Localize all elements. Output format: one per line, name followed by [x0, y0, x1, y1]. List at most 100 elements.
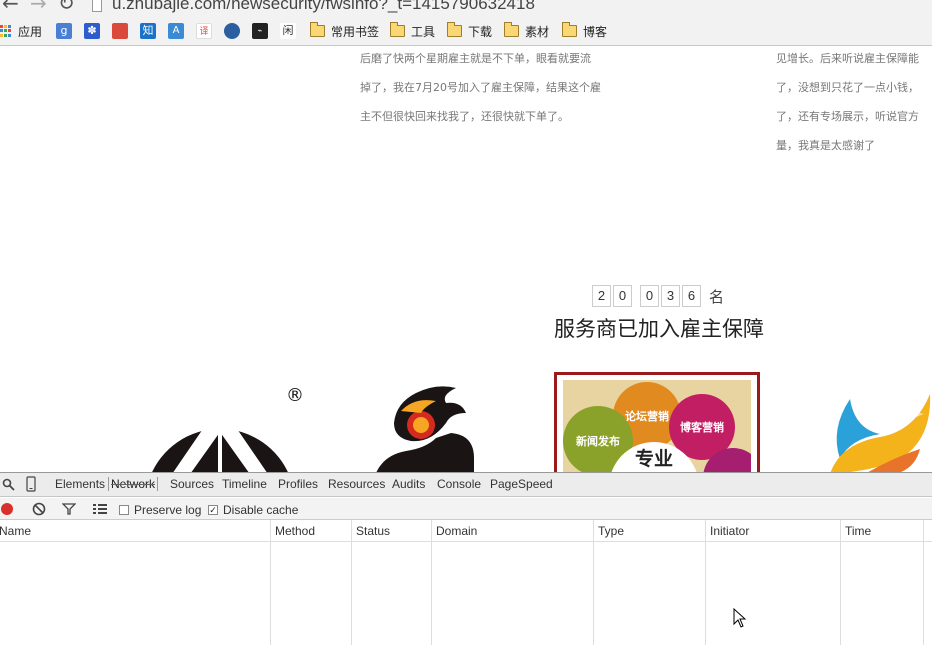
record-icon[interactable] [1, 503, 13, 515]
xian-icon: 闲 [280, 23, 296, 39]
folder-icon [504, 22, 519, 37]
bookmark-google[interactable]: g [56, 22, 76, 40]
testimonial-right: 见增长。后来听说雇主保障能 了，没想到只花了一点小钱， 了，还有专场展示，听说官… [776, 47, 919, 160]
testimonial-line: 量，我真是太感谢了 [776, 139, 875, 152]
partner-logo-card[interactable]: 论坛营销 博客营销 新闻发布 专业 [554, 372, 760, 472]
bookmark-zhihu[interactable]: 知 [140, 22, 160, 40]
counter-unit: 名 [709, 287, 725, 306]
tab-pagespeed[interactable]: PageSpeed [490, 477, 553, 491]
bookmark-folder-blog[interactable]: 博客 [562, 22, 607, 40]
bookmark-globe[interactable] [224, 22, 244, 40]
bookmark-folder-common[interactable]: 常用书签 [310, 22, 379, 40]
column-header[interactable]: Status [356, 524, 390, 538]
bookmark-youdao[interactable]: 译 [196, 22, 216, 40]
checkbox-label: Disable cache [223, 503, 299, 517]
forward-arrow-icon[interactable]: → [30, 0, 47, 13]
card-artwork: 论坛营销 博客营销 新闻发布 专业 [563, 380, 751, 472]
bookmark-news[interactable] [112, 22, 132, 40]
bookmark-label: 工具 [411, 24, 436, 39]
bookmark-translate[interactable]: A [168, 22, 188, 40]
filter-icon[interactable] [62, 503, 76, 515]
column-domain[interactable]: Domain [432, 520, 594, 645]
testimonial-line: 了，没想到只花了一点小钱， [776, 81, 919, 94]
network-table-header: Name Method Status Domain Type Initiator… [0, 520, 932, 645]
member-counter: 2 0 0 3 6 名 [592, 285, 724, 307]
folder-icon [310, 22, 325, 37]
counter-digit: 2 [592, 285, 611, 307]
device-mode-icon[interactable] [26, 476, 36, 492]
google-icon: g [56, 23, 72, 39]
youdao-icon: 译 [196, 23, 212, 39]
inspect-search-icon[interactable] [2, 478, 15, 491]
list-view-icon[interactable] [93, 503, 107, 515]
bookmark-folder-tools[interactable]: 工具 [390, 22, 435, 40]
bookmark-apps[interactable]: 应用 [0, 22, 42, 40]
url-field[interactable]: u.zhubajie.com/newsecurity/fwsinfo?_t=14… [112, 0, 535, 14]
dark-site-icon: ⌁ [252, 23, 268, 39]
baidu-paw-icon: ✽ [84, 23, 100, 39]
tab-audits[interactable]: Audits [392, 477, 425, 491]
tab-sources[interactable]: Sources [170, 477, 214, 491]
column-header[interactable]: Type [598, 524, 624, 538]
column-type[interactable]: Type [594, 520, 706, 645]
column-header[interactable]: Time [845, 524, 871, 538]
mouse-cursor-icon [733, 608, 747, 628]
bookmark-label: 博客 [583, 24, 608, 39]
bookmark-label: 常用书签 [331, 24, 380, 39]
folder-icon [390, 22, 405, 37]
column-time[interactable]: Time [841, 520, 924, 645]
translate-icon: A [168, 23, 184, 39]
column-method[interactable]: Method [271, 520, 352, 645]
reload-icon[interactable]: ↻ [58, 0, 75, 13]
news-icon [112, 23, 128, 39]
column-initiator[interactable]: Initiator [706, 520, 841, 645]
testimonial-line: 了，还有专场展示，听说官方 [776, 110, 919, 123]
tab-profiles[interactable]: Profiles [278, 477, 318, 491]
tab-console[interactable]: Console [437, 477, 481, 491]
partner-logo-wing[interactable] [820, 389, 932, 472]
folder-icon [562, 22, 577, 37]
page-icon [92, 0, 102, 12]
bookmark-label: 应用 [18, 24, 43, 39]
checkbox-box[interactable] [119, 505, 129, 515]
counter-digit: 3 [661, 285, 680, 307]
tab-timeline[interactable]: Timeline [222, 477, 267, 491]
bookmarks-bar: 应用 g ✽ 知 A 译 ⌁ 闲 常用书签 工具 下载 素材 博客 [0, 16, 932, 46]
checkbox-label: Preserve log [134, 503, 202, 517]
bookmark-baidu[interactable]: ✽ [84, 22, 104, 40]
clear-icon[interactable] [32, 502, 46, 516]
network-toolbar: Preserve log ✓ Disable cache [0, 498, 932, 520]
partner-logo-torch[interactable] [366, 383, 478, 472]
disable-cache-checkbox[interactable]: ✓ Disable cache [208, 503, 298, 517]
zhihu-icon: 知 [140, 23, 156, 39]
bookmark-xian[interactable]: 闲 [280, 22, 300, 40]
globe-icon [224, 23, 240, 39]
devtools-panel: Elements Network Sources Timeline Profil… [0, 472, 932, 645]
partner-logo-emblem[interactable] [140, 382, 310, 472]
apps-grid-icon [0, 25, 12, 37]
back-arrow-icon[interactable]: ← [2, 0, 19, 13]
testimonial-line: 掉了，我在7月20号加入了雇主保障，结果这个雇 [360, 81, 601, 94]
web-page: 后磨了快两个星期雇主就是不下单，眼看就要流 掉了，我在7月20号加入了雇主保障，… [0, 47, 932, 472]
column-header[interactable]: Domain [436, 524, 477, 538]
column-header[interactable]: Method [275, 524, 315, 538]
column-header[interactable]: Initiator [710, 524, 749, 538]
bookmark-dark-site[interactable]: ⌁ [252, 22, 272, 40]
column-status[interactable]: Status [352, 520, 432, 645]
devtools-tab-bar: Elements Network Sources Timeline Profil… [0, 473, 932, 497]
counter-digit: 6 [682, 285, 701, 307]
column-header[interactable]: Name [0, 524, 31, 538]
bookmark-label: 素材 [525, 24, 550, 39]
counter-digit: 0 [613, 285, 632, 307]
bookmark-folder-assets[interactable]: 素材 [504, 22, 549, 40]
tab-network[interactable]: Network [108, 477, 159, 491]
counter-headline: 服务商已加入雇主保障 [554, 317, 764, 341]
preserve-log-checkbox[interactable]: Preserve log [119, 503, 201, 517]
folder-icon [447, 22, 462, 37]
column-name[interactable]: Name [0, 520, 271, 645]
counter-digit: 0 [640, 285, 659, 307]
tab-resources[interactable]: Resources [328, 477, 385, 491]
tab-elements[interactable]: Elements [55, 477, 105, 491]
bookmark-folder-downloads[interactable]: 下载 [447, 22, 492, 40]
checkbox-box-checked[interactable]: ✓ [208, 505, 218, 515]
